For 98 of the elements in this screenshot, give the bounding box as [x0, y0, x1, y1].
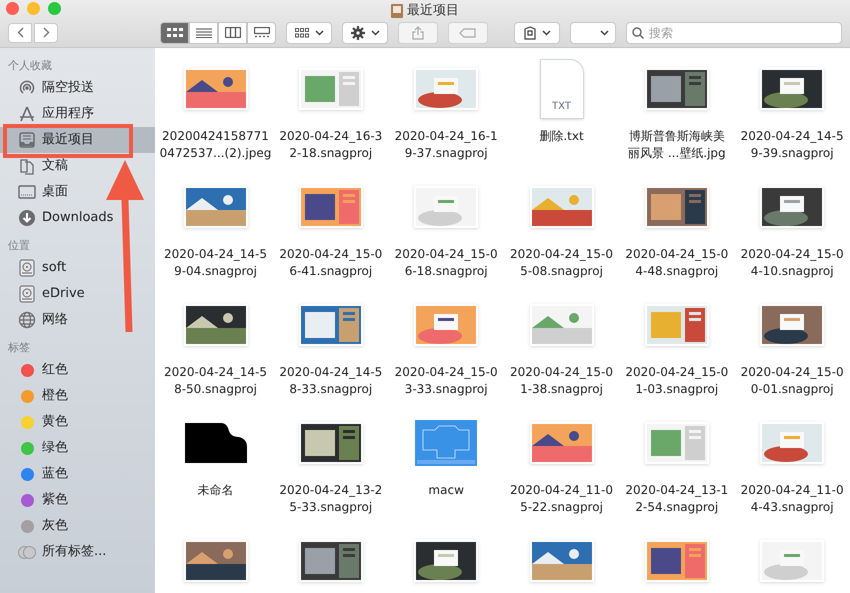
sidebar-item[interactable]: 绿色 [0, 435, 155, 461]
file-name[interactable]: 2020-04-24_16-3 2-18.snagproj [279, 128, 382, 162]
file-name[interactable]: 2020-04-24_15-0 4-48.snagproj [625, 246, 728, 280]
window-title: 最近项目 [407, 2, 459, 20]
file-name[interactable]: 2020-04-24_11-0 5-22.snagproj [510, 482, 613, 516]
box-icon [524, 26, 536, 40]
sidebar-label: 桌面 [42, 183, 68, 202]
apps-icon [18, 105, 36, 123]
grid-icon [294, 28, 308, 38]
dropbox-button[interactable] [514, 22, 560, 44]
action-button[interactable] [342, 22, 388, 44]
sidebar-label: 蓝色 [42, 465, 68, 484]
sidebar-item[interactable]: 隔空投送 [0, 75, 155, 101]
view-mode-button[interactable] [160, 22, 189, 44]
file-name[interactable]: 2020-04-24_15-0 5-08.snagproj [510, 246, 613, 280]
chevron-down-icon [370, 30, 380, 36]
chevron-right-icon [42, 27, 50, 38]
file-name[interactable]: 2020-04-24_11-0 4-43.snagproj [740, 482, 844, 516]
back-button[interactable] [8, 22, 32, 42]
sidebar-label: 紫色 [42, 491, 68, 510]
file-type-label: TXT [552, 100, 571, 114]
sidebar-label: 红色 [42, 361, 68, 380]
sidebar-item[interactable]: 网络 [0, 307, 155, 333]
sidebar-label: soft [42, 259, 66, 278]
file-name[interactable]: 2020-04-24_14-5 9-04.snagproj [164, 246, 267, 280]
documents-icon [18, 157, 36, 175]
file-name[interactable]: 2020-04-24_15-0 1-03.snagproj [625, 364, 728, 398]
forward-button[interactable] [34, 22, 58, 42]
file-name[interactable]: 2020-04-24_15-0 1-38.snagproj [510, 364, 613, 398]
file-name[interactable]: 2020-04-24_14-5 8-50.snagproj [164, 364, 267, 398]
sidebar-item[interactable]: eDrive [0, 281, 155, 307]
sidebar-label: 应用程序 [42, 105, 94, 124]
sidebar-item[interactable]: 最近项目 [0, 127, 155, 153]
file-name[interactable]: 2020-04-24_15-0 3-33.snagproj [394, 364, 498, 398]
file-name[interactable]: 2020-04-24_16-1 9-37.snagproj [394, 128, 498, 162]
sidebar-item[interactable]: 黄色 [0, 409, 155, 435]
sidebar-label: 黄色 [42, 413, 68, 432]
sidebar-item[interactable]: soft [0, 255, 155, 281]
sidebar-item[interactable]: 橙色 [0, 383, 155, 409]
file-name[interactable]: 2020-04-24_13-1 2-54.snagproj [625, 482, 728, 516]
chevron-down-icon [542, 30, 550, 36]
close-button[interactable] [6, 2, 19, 15]
sidebar-item[interactable]: 所有标签... [0, 539, 155, 565]
file-name[interactable]: 2020-04-24_14-5 8-33.snagproj [279, 364, 382, 398]
file-name[interactable]: 未命名 [198, 482, 234, 499]
sidebar-item[interactable]: 灰色 [0, 513, 155, 539]
sidebar-item[interactable]: 蓝色 [0, 461, 155, 487]
search-field[interactable]: 搜索 [626, 22, 842, 44]
sidebar-item[interactable]: 红色 [0, 357, 155, 383]
sidebar-label: 网络 [42, 311, 68, 330]
tags-icon [18, 546, 36, 558]
share-icon [412, 26, 424, 40]
view-mode-button[interactable] [247, 22, 276, 44]
view-mode-button[interactable] [218, 22, 247, 44]
list-view-icon [196, 28, 212, 38]
sidebar-item[interactable]: 桌面 [0, 179, 155, 205]
desktop-icon [18, 184, 36, 200]
tray-icon [18, 131, 36, 149]
file-name[interactable]: 2020-04-24_15-0 6-41.snagproj [279, 246, 382, 280]
chevron-down-icon [314, 30, 324, 36]
columns-view-icon [224, 27, 240, 38]
file-name[interactable]: 2020-04-24_14-5 9-39.snagproj [740, 128, 844, 162]
tray-icon [391, 4, 403, 18]
sidebar-label: 灰色 [42, 517, 68, 536]
icons-view-icon [166, 28, 182, 38]
settings-icon [350, 26, 364, 40]
file-name[interactable]: 删除.txt [539, 128, 584, 145]
sidebar-label: eDrive [42, 285, 85, 304]
sidebar-item[interactable]: Downloads [0, 205, 155, 231]
sidebar-item[interactable]: 紫色 [0, 487, 155, 513]
search-icon [632, 26, 644, 38]
file-name[interactable]: 2020-04-24_15-0 4-10.snagproj [740, 246, 844, 280]
sidebar-label: 文稿 [42, 157, 68, 176]
sidebar-label: 所有标签... [42, 543, 106, 562]
globe-icon [18, 311, 36, 329]
file-name[interactable]: macw [428, 482, 464, 499]
sidebar-label: 橙色 [42, 387, 68, 406]
file-name[interactable]: 2020-04-24_15-0 6-18.snagproj [394, 246, 498, 280]
sidebar-label: 绿色 [42, 439, 68, 458]
group-button[interactable] [286, 22, 332, 44]
section-header: 位置 [7, 238, 31, 254]
file-name[interactable]: 博斯普鲁斯海峡美 丽风景 ...壁纸.jpg [628, 128, 726, 162]
download-icon [18, 209, 36, 227]
sidebar-label: Downloads [42, 209, 114, 228]
file-name[interactable]: 20200424158771 0472537...(2).jpeg [160, 128, 272, 162]
sidebar-item[interactable]: 文稿 [0, 153, 155, 179]
tag-icon [459, 28, 477, 38]
sidebar-item[interactable]: 应用程序 [0, 101, 155, 127]
chevron-down-icon [600, 30, 609, 36]
sidebar-label: 最近项目 [42, 131, 94, 150]
sidebar-label: 隔空投送 [42, 79, 94, 98]
chevron-left-icon [16, 27, 24, 38]
view-mode-button[interactable] [189, 22, 218, 44]
section-header: 标签 [7, 340, 31, 356]
file-name[interactable]: 2020-04-24_13-2 5-33.snagproj [279, 482, 382, 516]
file-name[interactable]: 2020-04-24_15-0 0-01.snagproj [740, 364, 844, 398]
section-header: 个人收藏 [7, 58, 53, 74]
gallery-view-icon [254, 27, 270, 38]
